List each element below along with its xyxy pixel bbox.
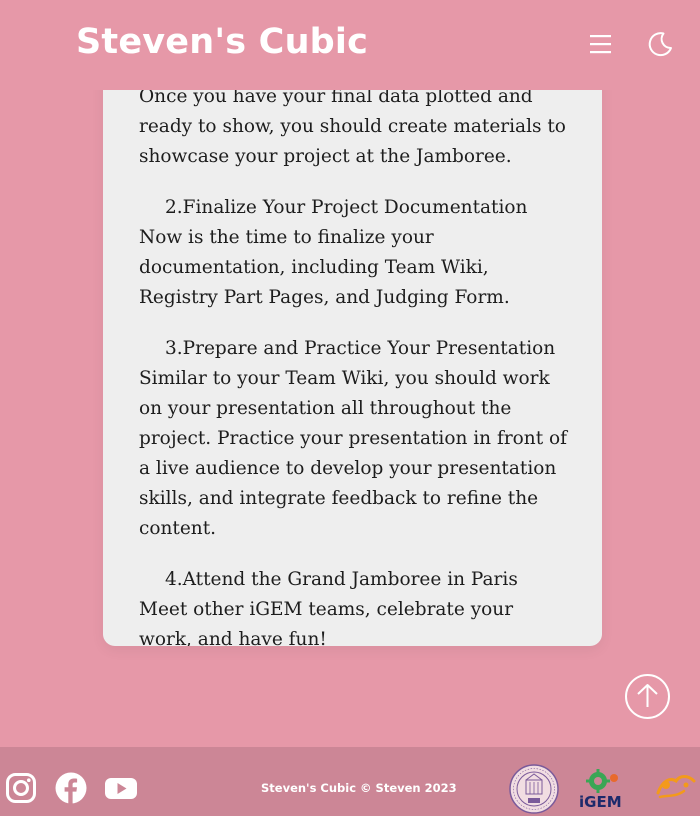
paragraph-1-body: Once you have your final data plotted an… bbox=[139, 86, 566, 167]
paragraph-3: 3.Prepare and Practice Your Presentation… bbox=[139, 334, 569, 544]
youtube-icon[interactable] bbox=[104, 772, 137, 804]
site-header: Steven's Cubic bbox=[0, 0, 700, 90]
igem-logo[interactable]: iGEM bbox=[578, 769, 632, 811]
paragraph-4: 4.Attend the Grand Jamboree in Paris Mee… bbox=[139, 565, 569, 646]
hamburger-menu-icon[interactable] bbox=[588, 32, 614, 56]
paragraph-3-body: Similar to your Team Wiki, you should wo… bbox=[139, 368, 568, 539]
article-body: Once you have your final data plotted an… bbox=[139, 82, 569, 646]
paragraph-1: Once you have your final data plotted an… bbox=[139, 82, 569, 172]
arrow-up-icon bbox=[637, 684, 658, 707]
university-seal-logo[interactable] bbox=[509, 764, 559, 814]
paragraph-4-body: Meet other iGEM teams, celebrate your wo… bbox=[139, 599, 514, 646]
igem-logo-text: iGEM bbox=[579, 793, 622, 811]
team-mascot-logo[interactable] bbox=[654, 771, 700, 801]
facebook-icon[interactable] bbox=[55, 772, 87, 804]
instagram-icon[interactable] bbox=[5, 772, 37, 804]
paragraph-2-body: Now is the time to finalize your documen… bbox=[139, 227, 510, 308]
back-to-top-button[interactable] bbox=[625, 674, 670, 719]
moon-icon[interactable] bbox=[646, 30, 674, 58]
content-card: Once you have your final data plotted an… bbox=[103, 40, 602, 646]
paragraph-2-heading: 2.Finalize Your Project Documentation bbox=[165, 197, 528, 218]
paragraph-4-heading: 4.Attend the Grand Jamboree in Paris bbox=[165, 569, 518, 590]
site-title[interactable]: Steven's Cubic bbox=[76, 22, 368, 62]
site-footer: Steven's Cubic © Steven 2023 iGEM bbox=[0, 747, 700, 816]
paragraph-2: 2.Finalize Your Project Documentation No… bbox=[139, 193, 569, 313]
copyright-text: Steven's Cubic © Steven 2023 bbox=[261, 781, 457, 795]
paragraph-3-heading: 3.Prepare and Practice Your Presentation bbox=[165, 338, 556, 359]
